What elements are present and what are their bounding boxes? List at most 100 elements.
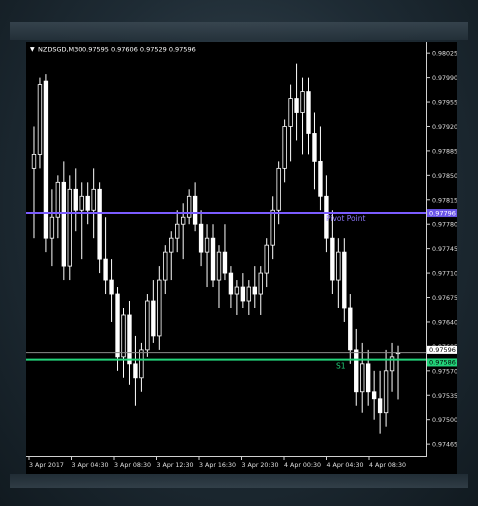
candle-body: [383, 370, 389, 414]
time-tick-label: 3 Apr 16:30: [199, 462, 236, 469]
candle-body: [210, 237, 216, 281]
candle-body: [198, 223, 204, 253]
candle-body: [127, 314, 132, 365]
price-tick-label: 0.97535: [432, 393, 457, 400]
candle-body: [336, 251, 341, 281]
time-tick-label: 3 Apr 04:30: [72, 462, 109, 469]
candle-body: [31, 154, 37, 169]
price-tick-label: 0.97850: [432, 173, 457, 180]
candle-body: [377, 398, 383, 414]
candle-body: [115, 293, 120, 358]
price-tick-label: 0.97675: [432, 295, 457, 302]
candle-body: [258, 272, 263, 295]
price-tick-label: 0.97465: [432, 442, 457, 449]
price-axis[interactable]: 0.98025 0.97990 0.97955 0.97920 0.97885 0.978…: [426, 51, 458, 449]
candle-body: [371, 391, 377, 400]
s1-price-tag: 0.97586: [427, 358, 457, 367]
candle-body: [282, 126, 287, 169]
candle-body: [97, 188, 102, 260]
price-tick-label: 0.97990: [432, 75, 457, 82]
candle-body: [300, 91, 305, 113]
price-tick-label: 0.97885: [432, 148, 457, 155]
candle-body: [216, 251, 222, 281]
time-tick-label: 3 Apr 08:30: [114, 462, 151, 469]
candle-body: [109, 279, 114, 295]
price-tick-label: 0.98025: [432, 51, 457, 58]
price-tick-label: 0.97710: [432, 271, 457, 278]
price-tick-label: 0.97640: [432, 319, 457, 326]
window-frame: Pivot Point S1 0.98025 0.97990 0.97955 0.97…: [0, 0, 478, 506]
candle-body: [73, 188, 78, 211]
candle-body: [348, 307, 353, 351]
time-tick-label: 3 Apr 12:30: [157, 462, 194, 469]
candle-body: [318, 160, 323, 197]
candle-body: [67, 188, 72, 267]
candle-series: [31, 63, 401, 434]
pivot-point-label: Pivot Point: [326, 214, 365, 223]
candle-body: [222, 251, 228, 274]
candle-body: [246, 286, 252, 302]
candle-body: [151, 300, 156, 337]
candle-body: [55, 181, 61, 218]
price-tick-label: 0.97745: [432, 246, 457, 253]
candle-body: [192, 195, 198, 225]
candle-body: [169, 237, 174, 253]
candle-body: [186, 195, 192, 218]
s1-label: S1: [336, 362, 346, 371]
time-tick-label: 4 Apr 00:30: [284, 462, 321, 469]
candle-body: [365, 363, 371, 393]
time-axis[interactable]: 3 Apr 2017 3 Apr 04:30 3 Apr 08:30 3 Apr 12…: [28, 456, 406, 469]
price-tick-label: 0.97920: [432, 124, 457, 131]
chart-canvas[interactable]: Pivot Point S1 0.98025 0.97990 0.97955 0.97…: [26, 42, 458, 474]
candle-body: [294, 98, 299, 113]
dropdown-arrow-icon[interactable]: ▼: [30, 46, 35, 53]
chart-header: ▼ NZDSGD,M30 0.97595 0.97606 0.97529 0.9…: [30, 46, 196, 54]
candle-body: [360, 363, 365, 393]
candle-body: [37, 84, 43, 155]
chart-window[interactable]: Pivot Point S1 0.98025 0.97990 0.97955 0.97…: [26, 42, 458, 474]
candle-body: [204, 237, 210, 253]
candle-body: [354, 349, 359, 393]
price-tick-label: 0.97780: [432, 222, 457, 229]
candle-body: [288, 98, 293, 127]
candle-body: [79, 195, 84, 211]
price-tick-label: 0.97500: [432, 417, 457, 424]
candle-body: [91, 188, 96, 211]
bid-price-tag: 0.97596: [427, 345, 457, 354]
candle-body: [342, 251, 347, 309]
candle-body: [252, 286, 257, 295]
time-tick-label: 4 Apr 04:30: [327, 462, 364, 469]
price-tick-label: 0.97570: [432, 368, 457, 375]
candle-body: [61, 181, 67, 267]
candle-body: [276, 167, 281, 211]
price-tick-label: 0.97955: [432, 100, 457, 107]
candle-body: [157, 279, 162, 337]
time-tick-label: 3 Apr 2017: [29, 462, 64, 469]
candle-body: [264, 244, 269, 274]
s1-price-tag-text: 0.97586: [429, 359, 456, 367]
candle-body: [270, 209, 275, 246]
candle-body: [43, 80, 49, 239]
time-tick-label: 4 Apr 08:30: [369, 462, 406, 469]
price-tick-label: 0.97815: [432, 197, 457, 204]
time-tick-label: 3 Apr 20:30: [242, 462, 279, 469]
candle-body: [330, 237, 335, 281]
candle-body: [180, 216, 186, 225]
title-bar[interactable]: [10, 22, 468, 40]
bottom-bar: [10, 474, 468, 488]
bid-price-tag-text: 0.97596: [429, 346, 456, 354]
candle-body: [175, 223, 180, 239]
candle-body: [103, 258, 108, 281]
candle-body: [163, 251, 168, 281]
candle-body: [228, 272, 234, 295]
symbol-label: NZDSGD,M30: [38, 46, 82, 54]
candle-body: [121, 314, 126, 358]
candle-body: [85, 195, 90, 211]
candle-body: [306, 91, 311, 134]
pivot-price-tag-text: 0.97796: [429, 209, 456, 217]
candle-body: [133, 363, 138, 379]
candle-body: [312, 133, 317, 162]
candle-body: [234, 286, 240, 295]
candle-body: [139, 349, 144, 379]
candle-body: [145, 300, 150, 351]
